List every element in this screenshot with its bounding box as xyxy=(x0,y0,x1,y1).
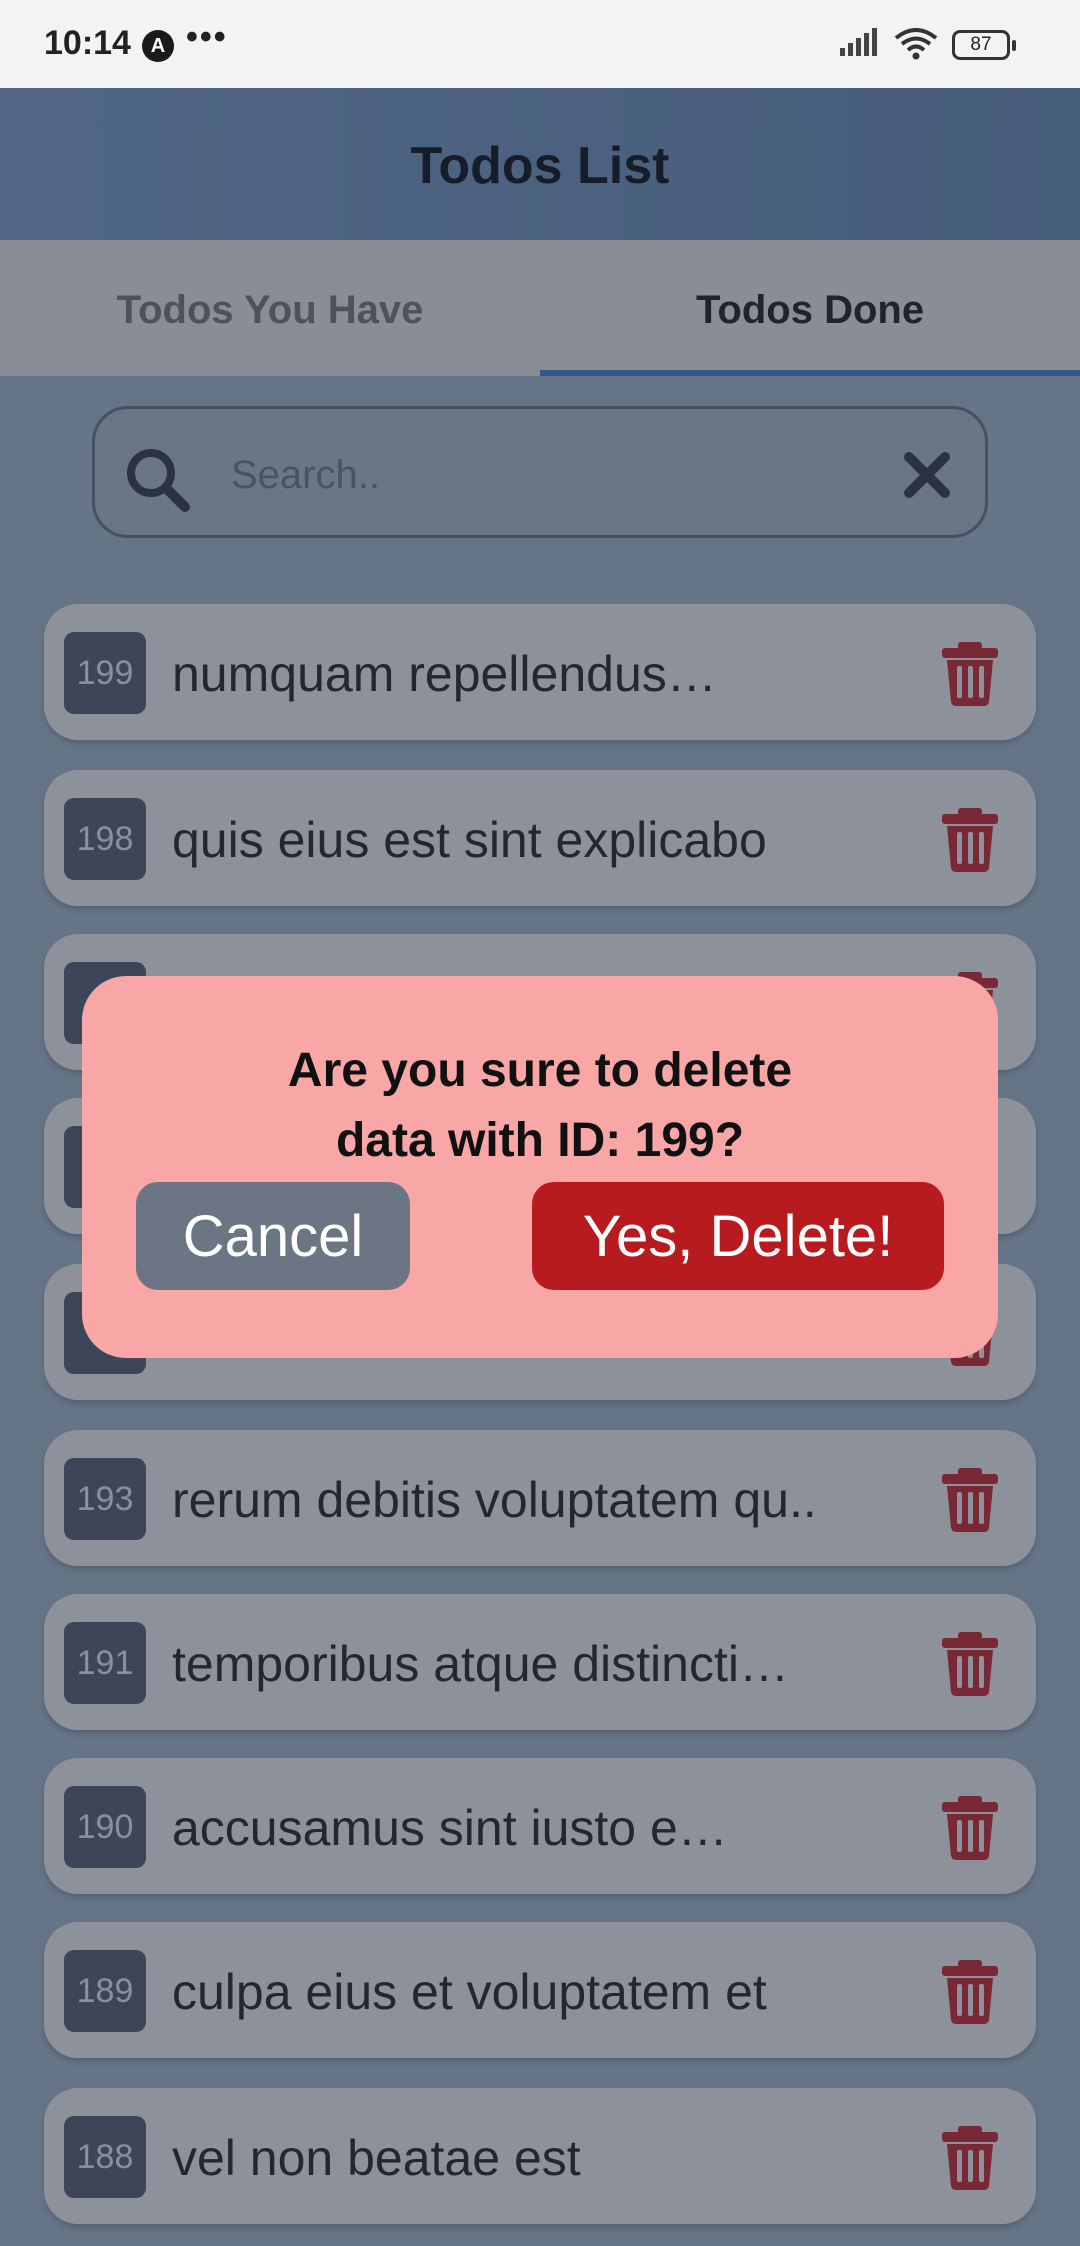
signal-icon xyxy=(840,28,877,56)
app-notification-icon: A xyxy=(142,30,174,62)
cancel-button[interactable]: Cancel xyxy=(136,1182,410,1290)
status-time: 10:14 xyxy=(44,24,131,62)
wifi-icon xyxy=(894,28,938,60)
battery-icon: 87 xyxy=(952,30,1016,60)
dialog-message: Are you sure to delete data with ID: 199… xyxy=(142,1036,938,1176)
more-notifications-icon: ••• xyxy=(186,18,228,56)
dialog-message-line1: Are you sure to delete xyxy=(287,1044,793,1097)
delete-confirm-dialog: Are you sure to delete data with ID: 199… xyxy=(82,976,998,1358)
status-bar: 10:14 A ••• 87 xyxy=(0,0,1080,88)
dialog-message-line2: data with ID: 199? xyxy=(335,1114,745,1167)
confirm-delete-button[interactable]: Yes, Delete! xyxy=(532,1182,944,1290)
